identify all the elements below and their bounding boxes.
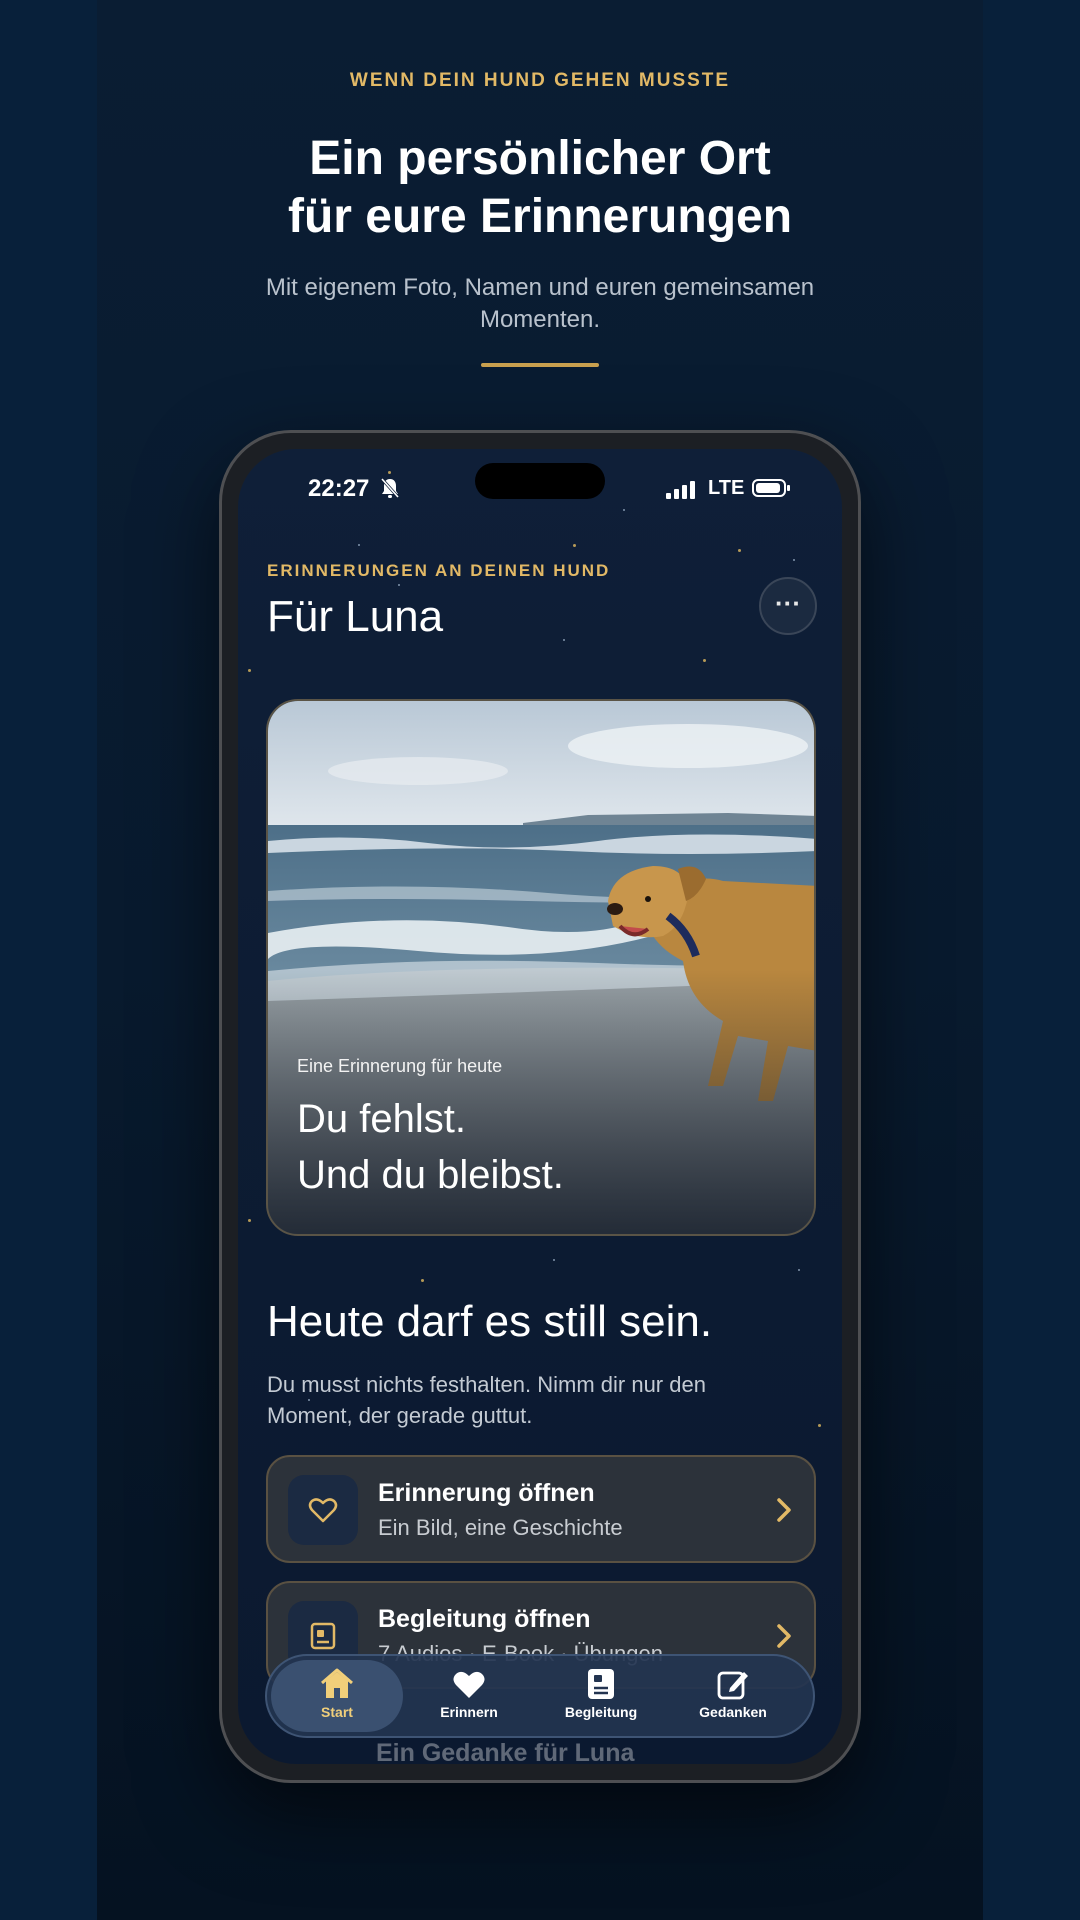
app-title: Für Luna (267, 592, 444, 641)
action-title: Erinnerung öffnen (378, 1479, 595, 1507)
tab-gedanken[interactable]: Gedanken (667, 1660, 799, 1732)
hero-quote: Du fehlst. Und du bleibst. (297, 1091, 564, 1203)
hero-memory-card[interactable]: Eine Erinnerung für heute Du fehlst. Und… (266, 699, 816, 1236)
edit-icon (717, 1671, 748, 1700)
gold-divider (481, 363, 599, 367)
star-dot (398, 584, 400, 586)
book-icon (588, 1669, 614, 1699)
heart-icon (308, 1498, 338, 1523)
tab-label: Begleitung (564, 1704, 638, 1720)
home-icon (321, 1668, 353, 1698)
action-title: Begleitung öffnen (378, 1605, 591, 1633)
bell-muted-icon (380, 478, 400, 498)
tab-begleitung[interactable]: Begleitung (535, 1660, 667, 1732)
promo-subline: Mit eigenem Foto, Namen und euren gemein… (265, 274, 815, 333)
tab-label: Gedanken (699, 1704, 767, 1720)
star-dot (738, 549, 741, 552)
page-side-right (983, 0, 1080, 1920)
star-dot (793, 559, 795, 561)
star-dot (388, 471, 391, 474)
star-dot (798, 1269, 800, 1271)
heart-icon (453, 1671, 485, 1698)
star-dot (703, 659, 706, 662)
promo-headline: Ein persönlicher Ort für eure Erinnerung… (0, 130, 1080, 246)
page-side-left (0, 0, 97, 1920)
signal-icon (666, 481, 695, 499)
hero-quote-line-1: Du fehlst. (297, 1097, 466, 1141)
partial-thought-card[interactable]: Ein Gedanke für Luna (266, 1739, 816, 1764)
open-memory-card[interactable]: Erinnerung öffnen Ein Bild, eine Geschic… (266, 1455, 816, 1563)
tab-label: Start (321, 1704, 353, 1720)
book-icon (310, 1622, 336, 1650)
tab-erinnern[interactable]: Erinnern (403, 1660, 535, 1732)
star-dot (573, 544, 576, 547)
star-dot (358, 544, 360, 546)
section-text: Du musst nichts festhalten. Nimm dir nur… (267, 1372, 706, 1428)
star-dot (818, 1424, 821, 1427)
headline-line-1: Ein persönlicher Ort (309, 132, 771, 185)
more-options-button[interactable]: ··· (759, 577, 817, 635)
star-dot (248, 669, 251, 672)
chevron-right-icon (777, 1624, 791, 1648)
promo-eyebrow: WENN DEIN HUND GEHEN MUSSTE (349, 70, 731, 91)
headline-line-2: für eure Erinnerungen (287, 190, 793, 243)
status-time: 22:27 (308, 475, 370, 502)
tab-start[interactable]: Start (271, 1660, 403, 1732)
star-dot (553, 1259, 555, 1261)
star-dot (623, 509, 625, 511)
phone-screen: 22:27 LTE ERINNERUNGEN AN DEINEN HUND Fü… (238, 449, 842, 1764)
hero-caption: Eine Erinnerung für heute (297, 1056, 503, 1076)
tab-label: Erinnern (440, 1704, 498, 1720)
battery-icon (752, 479, 790, 497)
chevron-right-icon (777, 1498, 791, 1522)
star-dot (421, 1279, 424, 1282)
app-eyebrow: ERINNERUNGEN AN DEINEN HUND (267, 561, 611, 580)
star-dot (248, 1219, 251, 1222)
partial-card-title: Ein Gedanke für Luna (376, 1739, 635, 1764)
star-dot (563, 639, 565, 641)
section-title: Heute darf es still sein. (267, 1297, 713, 1346)
dynamic-island (475, 463, 605, 499)
network-label: LTE (708, 477, 745, 499)
hero-quote-line-2: Und du bleibst. (297, 1153, 564, 1197)
action-subtitle: Ein Bild, eine Geschichte (378, 1515, 623, 1540)
tab-bar: Start Erinnern Begleitung Gedanken (265, 1654, 815, 1738)
action-icon-box (288, 1475, 358, 1545)
phone-frame: 22:27 LTE ERINNERUNGEN AN DEINEN HUND Fü… (219, 430, 861, 1783)
